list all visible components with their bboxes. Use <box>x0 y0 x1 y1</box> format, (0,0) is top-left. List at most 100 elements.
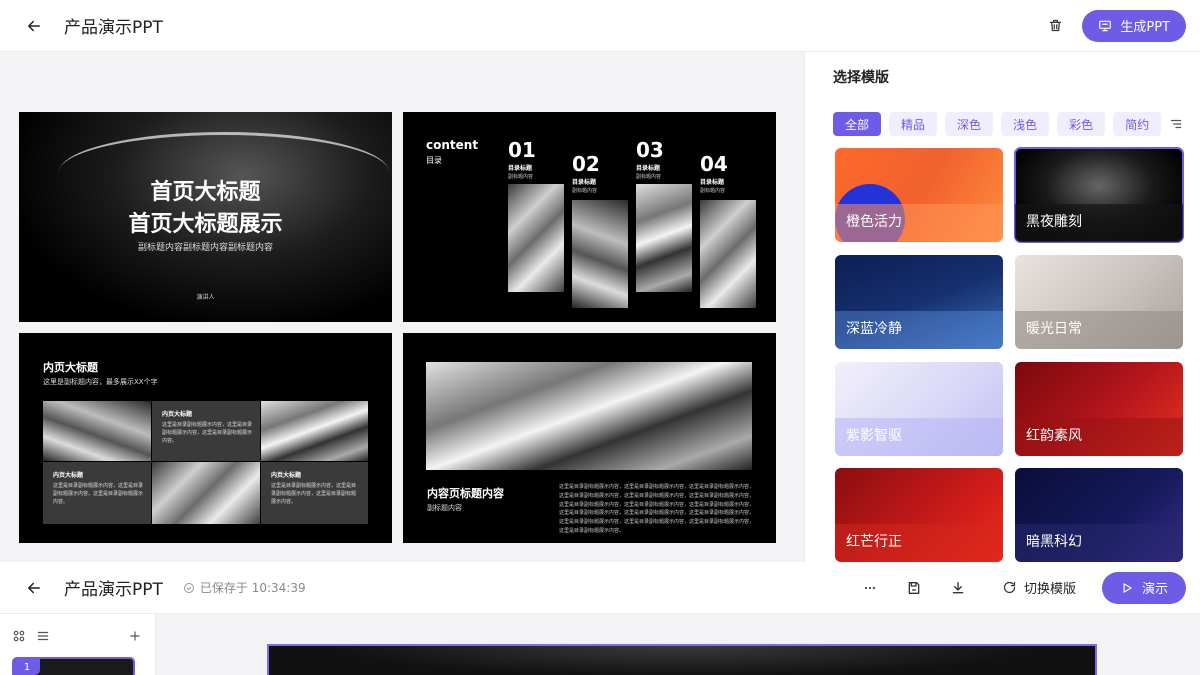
filter-chip-dark[interactable]: 深色 <box>945 112 994 136</box>
slide-thumbnail[interactable]: 1 <box>12 657 135 675</box>
template-name: 红芒行正 <box>846 534 902 550</box>
template-name: 紫影智驱 <box>846 428 902 444</box>
editor-toolbar: 产品演示PPT 已保存于 10:34:39 切换模版 演示 <box>0 562 1200 614</box>
template-panel-title: 选择模版 <box>833 70 889 86</box>
template-card-purple[interactable]: 紫影智驱 <box>835 362 1003 456</box>
rail-toolbar <box>12 628 142 647</box>
slide-thumbnail-number: 1 <box>14 659 40 675</box>
thumbnail-rail: 1 <box>0 614 156 675</box>
content-subtitle: 副标题内容 <box>427 504 462 512</box>
template-card-dark-scifi[interactable]: 暗黑科幻 <box>1015 468 1183 562</box>
content-slide-preview[interactable]: 内容页标题内容 副标题内容 这里是目录副标题展示内容，这里是目录副标题展示内容，… <box>403 333 776 543</box>
check-circle-icon <box>183 582 194 593</box>
grid-view-button[interactable] <box>12 628 26 647</box>
editor-back-button[interactable] <box>14 568 54 608</box>
grid-cell-text: 这里是目录副标题展示内容，这里是目录副标题展示内容，这里是目录副标题展示内容。 <box>271 483 357 505</box>
arrow-left-icon <box>28 582 40 593</box>
toc-item-sub: 副标题内容 <box>636 174 662 180</box>
present-label: 演示 <box>1141 582 1168 597</box>
save-status: 已保存于 10:34:39 <box>183 579 306 596</box>
save-button[interactable] <box>896 570 932 606</box>
template-name: 橙色活力 <box>846 214 902 230</box>
toc-item-sub: 副标题内容 <box>508 174 534 180</box>
content-hero-image <box>426 362 752 470</box>
cover-presenter: 演讲人 <box>196 294 215 301</box>
slide-canvas[interactable] <box>267 644 1097 675</box>
grid-cell-title: 内页大标题 <box>271 472 302 479</box>
toc-item-label: 目录标题 <box>508 165 533 172</box>
play-icon <box>1123 582 1132 593</box>
download-icon <box>952 581 964 593</box>
toc-item-number: 02 <box>572 152 600 176</box>
filter-chip-light[interactable]: 浅色 <box>1001 112 1050 136</box>
editor-area: 1 <box>0 614 1200 675</box>
cover-slide-preview[interactable]: 首页大标题 首页大标题展示 副标题内容副标题内容副标题内容 演讲人 <box>19 112 392 322</box>
template-panel: 选择模版 全部 精品 深色 浅色 彩色 简约 橙色活力 黑夜雕刻 深蓝冷静 暖光… <box>804 52 1200 562</box>
filter-list-icon <box>1170 119 1182 129</box>
filter-more-button[interactable] <box>1169 117 1189 131</box>
more-button[interactable] <box>852 570 888 606</box>
toc-item-sub: 副标题内容 <box>700 188 726 194</box>
template-name: 深蓝冷静 <box>846 321 902 337</box>
filter-chip-all[interactable]: 全部 <box>833 112 882 136</box>
template-card-warm-light[interactable]: 暖光日常 <box>1015 255 1183 349</box>
grid-cell-text: 这里是目录副标题展示内容，这里是目录副标题展示内容，这里是目录副标题展示内容。 <box>162 422 253 444</box>
template-card-red-edge[interactable]: 红芒行正 <box>835 468 1003 562</box>
plus-icon <box>130 631 140 641</box>
presentation-icon <box>1099 20 1112 31</box>
inner-slide-preview[interactable]: 内页大标题 这里是副标题内容，最多展示XX个字 内页大标题 这里是目录副标题展示… <box>19 333 392 543</box>
save-status-text: 已保存于 10:34:39 <box>199 581 306 595</box>
toc-item-image <box>508 184 564 292</box>
toc-heading-en: content <box>426 138 479 152</box>
switch-template-label: 切换模版 <box>1023 582 1076 597</box>
present-button[interactable]: 演示 <box>1101 571 1186 604</box>
more-horizontal-icon <box>864 586 876 589</box>
toc-item-image <box>700 200 756 308</box>
slide-preview-area: 首页大标题 首页大标题展示 副标题内容副标题内容副标题内容 演讲人 conten… <box>0 52 804 562</box>
toc-item-label: 目录标题 <box>700 179 725 186</box>
toc-item-number: 04 <box>700 152 728 176</box>
download-button[interactable] <box>940 570 976 606</box>
refresh-icon <box>1003 581 1016 594</box>
cover-title-line1: 首页大标题 <box>150 180 261 205</box>
grid-image <box>261 401 368 461</box>
top-header: 产品演示PPT 生成PPT <box>0 0 1200 52</box>
editor-title: 产品演示PPT <box>64 580 163 600</box>
toc-item-label: 目录标题 <box>572 179 597 186</box>
switch-template-button[interactable]: 切换模版 <box>990 572 1088 604</box>
save-icon <box>908 581 920 594</box>
template-filter-bar: 全部 精品 深色 浅色 彩色 简约 <box>833 112 1200 136</box>
toc-item-number: 03 <box>636 138 664 162</box>
add-slide-button[interactable] <box>128 628 142 647</box>
page-title: 产品演示PPT <box>64 18 163 38</box>
template-card-deep-blue[interactable]: 深蓝冷静 <box>835 255 1003 349</box>
grid-text-cell: 内页大标题 这里是目录副标题展示内容，这里是目录副标题展示内容，这里是目录副标题… <box>261 462 368 524</box>
template-card-night[interactable]: 黑夜雕刻 <box>1014 147 1184 243</box>
filter-chip-simple[interactable]: 简约 <box>1113 112 1162 136</box>
template-name: 黑夜雕刻 <box>1026 214 1082 230</box>
template-card-red-rhyme[interactable]: 红韵素风 <box>1015 362 1183 456</box>
toc-item-image <box>572 200 628 308</box>
template-card-orange[interactable]: 橙色活力 <box>835 148 1003 242</box>
toc-item-number: 01 <box>508 138 536 162</box>
grid-image <box>152 462 260 524</box>
grid-cell-title: 内页大标题 <box>53 472 84 479</box>
toc-item-label: 目录标题 <box>636 165 661 172</box>
template-name: 红韵素风 <box>1026 428 1082 444</box>
filter-chip-premium[interactable]: 精品 <box>889 112 938 136</box>
inner-title: 内页大标题 <box>43 361 98 374</box>
generate-ppt-button[interactable]: 生成PPT <box>1082 9 1186 42</box>
grid-text-cell: 内页大标题 这里是目录副标题展示内容，这里是目录副标题展示内容，这里是目录副标题… <box>152 401 260 461</box>
toc-slide-preview[interactable]: content 目录 01 目录标题 副标题内容 02 目录标题 副标题内容 0… <box>403 112 776 322</box>
delete-button[interactable] <box>1038 9 1072 43</box>
content-body-text: 这里是目录副标题展示内容，这里是目录副标题展示内容，这里是目录副标题展示内容，这… <box>559 484 755 534</box>
trash-icon <box>1049 19 1061 32</box>
back-button[interactable] <box>14 6 54 46</box>
filter-chip-colorful[interactable]: 彩色 <box>1057 112 1106 136</box>
content-title: 内容页标题内容 <box>427 487 504 500</box>
cover-subtitle: 副标题内容副标题内容副标题内容 <box>137 243 273 253</box>
inner-desc: 这里是副标题内容，最多展示XX个字 <box>43 378 158 386</box>
list-view-button[interactable] <box>36 628 50 647</box>
grid-text-cell: 内页大标题 这里是目录副标题展示内容，这里是目录副标题展示内容，这里是目录副标题… <box>43 462 151 524</box>
cover-title-line2: 首页大标题展示 <box>128 212 283 237</box>
